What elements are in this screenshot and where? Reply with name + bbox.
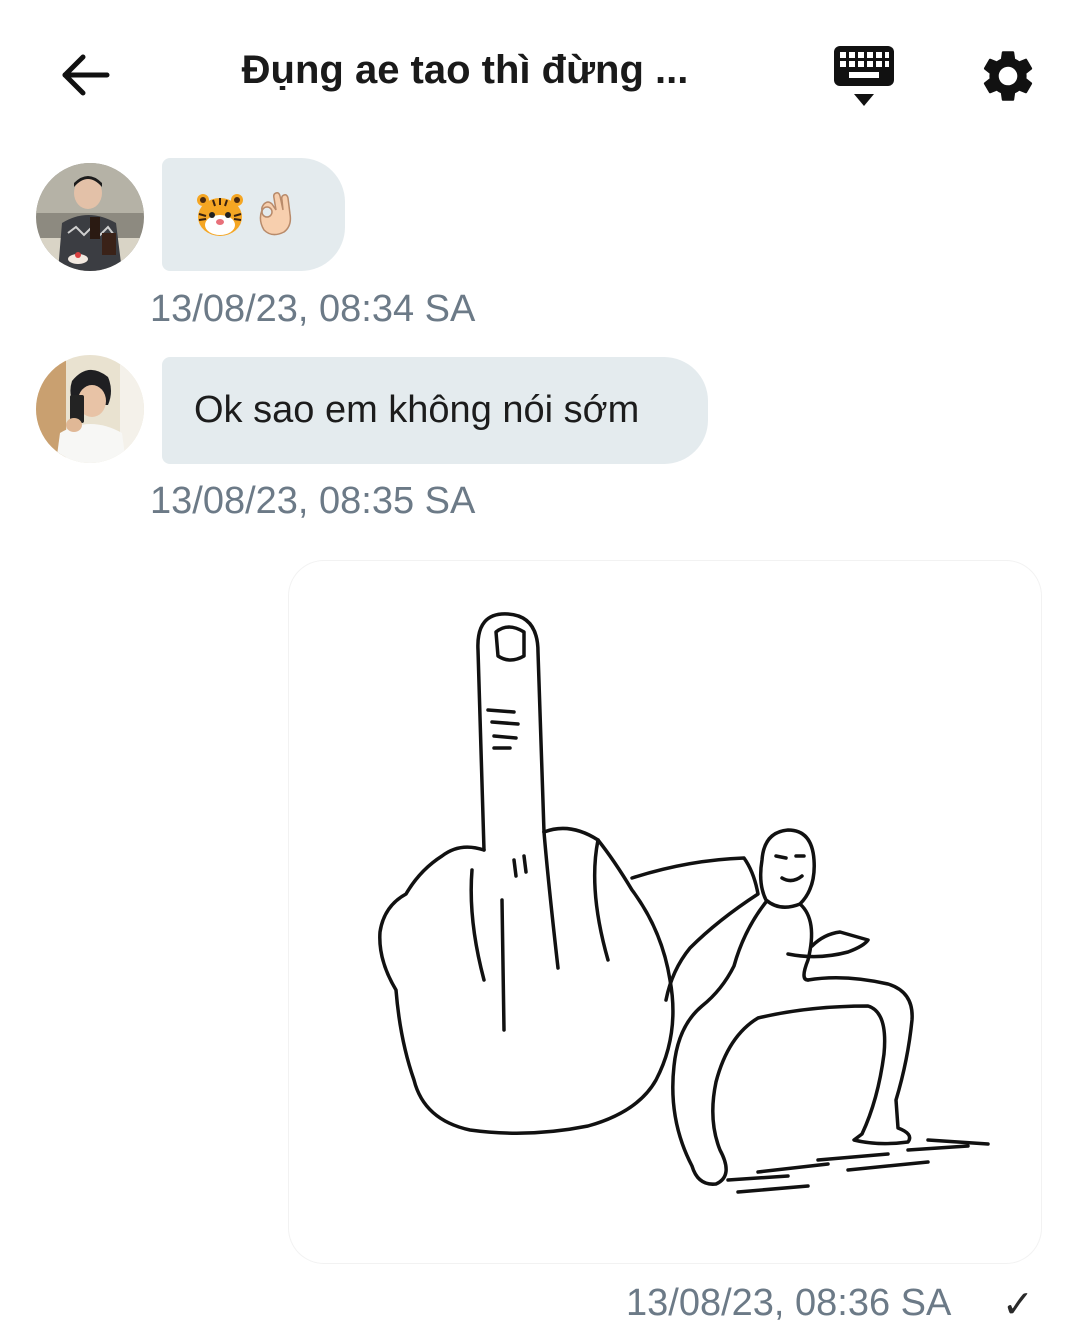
avatar[interactable]	[36, 163, 144, 271]
message-text: Ok sao em không nói sớm	[194, 389, 640, 431]
tiger-face-emoji	[197, 194, 243, 236]
middle-finger-sticker	[378, 612, 990, 1194]
back-button[interactable]	[50, 40, 120, 110]
gear-icon	[983, 51, 1033, 101]
sent-check-icon: ✓	[1002, 1284, 1034, 1326]
sticker-message[interactable]	[288, 560, 1042, 1264]
chat-title[interactable]: Đụng ae tao thì đừng ...	[160, 48, 770, 93]
message-bubble-emoji[interactable]	[162, 158, 345, 271]
message-bubble-text[interactable]: Ok sao em không nói sớm	[162, 357, 708, 464]
ok-hand-emoji	[259, 192, 292, 236]
settings-button[interactable]	[972, 40, 1044, 112]
keyboard-toggle-button[interactable]	[828, 40, 900, 112]
message-timestamp: 13/08/23, 08:35 SA	[150, 480, 476, 522]
message-timestamp: 13/08/23, 08:36 SA	[626, 1282, 952, 1324]
arrow-left-icon	[62, 54, 110, 96]
avatar[interactable]	[36, 355, 144, 463]
message-timestamp: 13/08/23, 08:34 SA	[150, 288, 476, 330]
chat-header: Đụng ae tao thì đừng ...	[0, 0, 1080, 150]
keyboard-hide-icon	[834, 46, 894, 106]
